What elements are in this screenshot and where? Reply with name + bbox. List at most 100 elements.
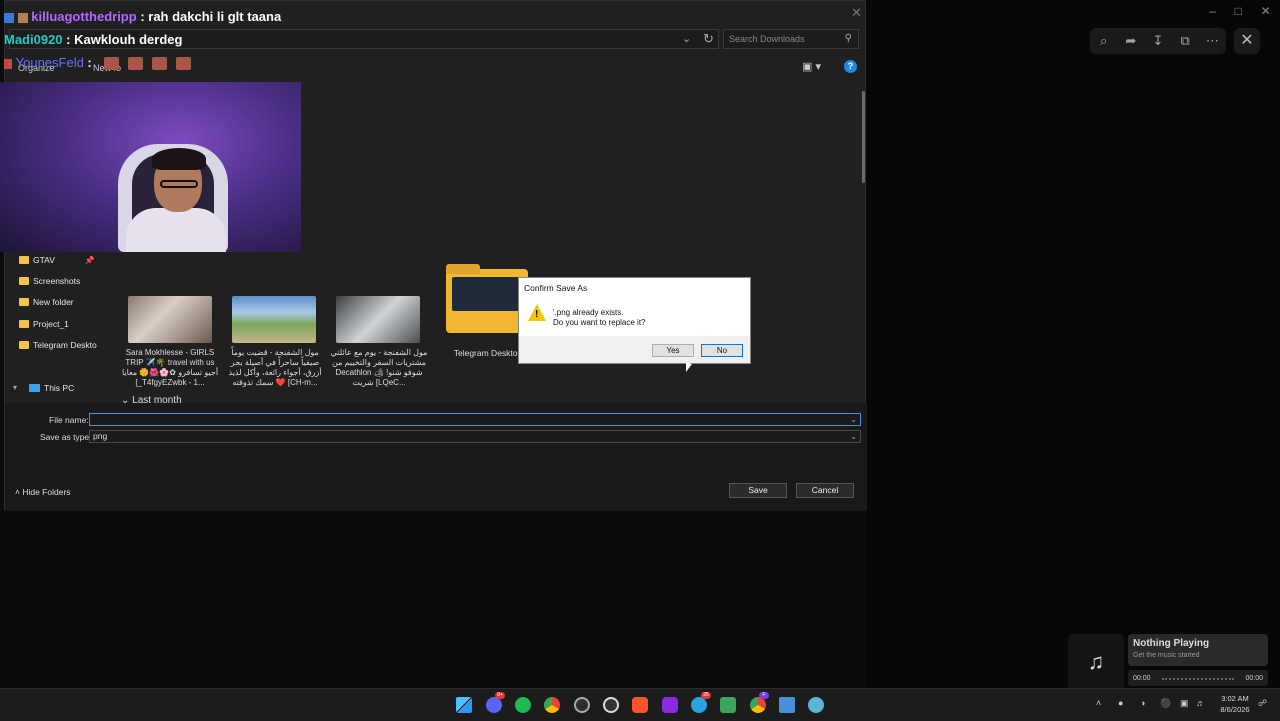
- twitch-icon[interactable]: [662, 697, 678, 713]
- nav-item-project-1[interactable]: Project_1: [19, 319, 69, 329]
- telegram-icon[interactable]: [691, 697, 707, 713]
- file-caption[interactable]: مول الشفنجة - يوم مع عائلتي مشتريات السف…: [329, 348, 429, 388]
- nav-item-screenshots[interactable]: Screenshots: [19, 276, 80, 286]
- file-name-field[interactable]: ⌄: [89, 413, 861, 426]
- network-icon[interactable]: ▣: [1180, 698, 1189, 709]
- nav-item-gtav[interactable]: GTAV 📌: [19, 255, 95, 265]
- open-external-icon[interactable]: ⧉: [1175, 33, 1195, 49]
- hide-folders-button[interactable]: ˄ Hide Folders: [15, 487, 71, 497]
- folder-preview: [452, 277, 522, 311]
- yes-button[interactable]: Yes: [652, 344, 694, 357]
- file-thumbnail[interactable]: [232, 296, 316, 343]
- emote-icon: [104, 57, 120, 71]
- chat-message: Madi0920 : Kawklouh derdeg: [4, 32, 182, 47]
- vertical-scrollbar[interactable]: [862, 91, 865, 183]
- dialog-title: Confirm Save As: [524, 283, 588, 293]
- nav-item-new-folder[interactable]: New folder: [19, 297, 74, 307]
- webcam-person-body: [126, 208, 226, 252]
- microphone-icon[interactable]: ⚫: [1160, 698, 1171, 709]
- now-playing-subtitle: Get the music started: [1133, 652, 1200, 659]
- steam-icon[interactable]: ◑: [1140, 698, 1145, 708]
- notification-bell-icon[interactable]: ☍: [1258, 698, 1267, 709]
- discord-tray-icon[interactable]: ●: [1118, 698, 1123, 708]
- seek-bar[interactable]: [1162, 678, 1234, 682]
- browser-icon[interactable]: [808, 697, 824, 713]
- github-icon[interactable]: [603, 697, 619, 713]
- dialog-close-icon[interactable]: ✕: [851, 5, 862, 21]
- chevron-down-icon[interactable]: ▾: [13, 383, 17, 392]
- more-icon[interactable]: ⋯: [1202, 33, 1222, 49]
- chevron-up-icon[interactable]: ˄: [1096, 698, 1101, 708]
- mouse-cursor-icon: [686, 362, 692, 372]
- music-note-icon[interactable]: ♫: [1068, 634, 1124, 690]
- chat-text: : Kawklouh derdeg: [62, 32, 183, 47]
- file-thumbnail[interactable]: [128, 296, 212, 343]
- download-icon[interactable]: ↧: [1148, 33, 1168, 49]
- notification-badge: 9+: [495, 692, 505, 699]
- share-icon[interactable]: ➦: [1121, 33, 1141, 49]
- dialog-message-line: '.png already exists.: [553, 308, 624, 317]
- monitor-icon[interactable]: [779, 697, 795, 713]
- brave-icon[interactable]: [632, 697, 648, 713]
- warning-icon-mark: !: [535, 309, 539, 320]
- close-icon[interactable]: ✕: [1261, 4, 1271, 18]
- taskbar-clock[interactable]: 3:02 AM 8/6/2026: [1212, 693, 1258, 715]
- profile-badge: F: [759, 692, 769, 699]
- navigation-pane: GTAV 📌 Screenshots New folder Project_1 …: [5, 251, 109, 401]
- chevron-down-icon[interactable]: ⌄: [682, 32, 691, 45]
- file-caption[interactable]: مول الشفنجة - قضيت يوماً صيفياً ساحراً ف…: [225, 348, 325, 388]
- discord-icon[interactable]: [486, 697, 502, 713]
- nav-item-telegram-desktop[interactable]: Telegram Deskto: [19, 340, 97, 350]
- zoom-icon[interactable]: ⌕: [1094, 33, 1114, 49]
- app-icon[interactable]: [720, 697, 736, 713]
- notification-badge: 25: [701, 692, 711, 699]
- clock-time: 3:02 AM: [1221, 694, 1249, 703]
- chevron-down-icon[interactable]: ⌄: [850, 414, 857, 425]
- view-options-icon[interactable]: ▣ ▾: [802, 60, 821, 73]
- search-icon: ⚲: [844, 33, 852, 44]
- maximize-icon[interactable]: □: [1235, 4, 1242, 18]
- now-playing-widget: Nothing Playing Get the music started 00…: [1128, 634, 1268, 690]
- start-icon[interactable]: [456, 697, 472, 713]
- chrome-profile-icon[interactable]: [750, 697, 766, 713]
- chrome-icon[interactable]: [544, 697, 560, 713]
- total-time: 00:00: [1245, 675, 1263, 682]
- save-as-type-label: Save as type:: [40, 432, 92, 442]
- minimize-icon[interactable]: –: [1209, 4, 1216, 18]
- playback-bar: 00:00 00:00: [1128, 670, 1268, 686]
- volume-icon[interactable]: ♬: [1196, 698, 1205, 708]
- confirm-save-as-dialog: Confirm Save As ! '.png already exists. …: [518, 277, 751, 364]
- chat-username: Madi0920: [4, 32, 63, 47]
- folder-icon: [19, 277, 29, 285]
- viewer-toolbar: ⌕ ➦ ↧ ⧉ ⋯: [1090, 28, 1226, 54]
- now-playing-card[interactable]: Nothing Playing Get the music started: [1128, 634, 1268, 666]
- taskbar: 9+ 25 F ˄ ● ◑ ⚫ ▣ ♬ 3:02 AM 8/6/2026 ☍: [0, 688, 1280, 721]
- no-button[interactable]: No: [701, 344, 743, 357]
- obs-icon[interactable]: [574, 697, 590, 713]
- chat-message: YounesFeld :: [4, 55, 192, 71]
- save-as-type-select[interactable]: png ⌄: [89, 430, 861, 443]
- search-input[interactable]: Search Downloads ⚲: [723, 29, 859, 49]
- chevron-up-icon: ˄: [15, 487, 20, 497]
- cancel-button[interactable]: Cancel: [796, 483, 854, 498]
- chevron-down-icon[interactable]: ⌄: [850, 431, 857, 442]
- badge-icon: [4, 12, 14, 23]
- window-controls: – □ ✕: [1200, 4, 1280, 18]
- folder-icon: [19, 298, 29, 306]
- file-thumbnail[interactable]: [336, 296, 420, 343]
- chat-text: : rah dakchi li glt taana: [136, 9, 282, 24]
- emote-icon: [176, 57, 192, 71]
- nav-item-this-pc[interactable]: This PC: [29, 383, 74, 393]
- file-caption[interactable]: Sara Mokhlesse - GIRLS TRIP ✈️🌴 travel w…: [120, 348, 220, 388]
- badge-icon: [17, 12, 28, 23]
- emote-icon: [128, 57, 144, 71]
- folder-icon[interactable]: [446, 264, 528, 333]
- refresh-icon[interactable]: ↻: [703, 31, 714, 47]
- help-icon[interactable]: ?: [844, 60, 857, 73]
- webcam-person-glasses: [160, 180, 198, 188]
- viewer-close-icon[interactable]: ✕: [1234, 28, 1260, 54]
- folder-tab: [446, 264, 480, 274]
- spotify-icon[interactable]: [515, 697, 531, 713]
- save-button[interactable]: Save: [729, 483, 787, 498]
- emote-icon: [152, 57, 168, 71]
